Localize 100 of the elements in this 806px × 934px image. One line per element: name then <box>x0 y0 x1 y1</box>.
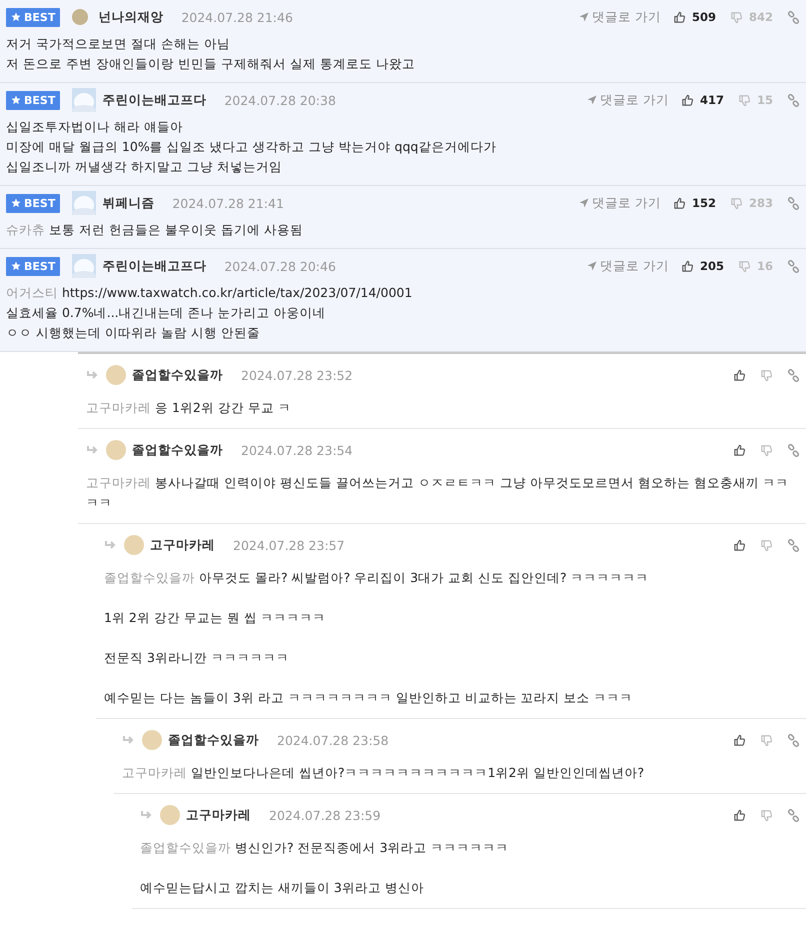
author-name[interactable]: 주린이는배고프다 <box>102 258 206 274</box>
mentioned-user[interactable]: 졸업할수있을까 <box>140 840 231 855</box>
thumbs-up-icon[interactable] <box>733 444 746 456</box>
thumbs-up-icon[interactable] <box>733 734 746 746</box>
thumbs-up-icon[interactable] <box>672 10 686 24</box>
comment-text: 저 돈으로 주변 장애인들이랑 빈민들 구제해줘서 실제 통계로도 나왔고 <box>6 55 415 73</box>
downvote-count: 842 <box>748 10 773 24</box>
link-icon[interactable] <box>787 808 800 822</box>
comment-text: 예수믿는답시고 깝치는 새끼들이 3위라고 병신아 <box>140 879 425 897</box>
upvote-count: 509 <box>692 10 716 24</box>
comment-text: 저거 국가적으로보면 절대 손해는 아님 <box>6 35 230 53</box>
comment-text: 고구마카레 응 1위2위 강간 무교 ㅋ <box>86 399 292 417</box>
avatar <box>72 9 88 25</box>
link-icon[interactable] <box>787 368 800 382</box>
author-name[interactable]: 고구마카레 <box>150 536 215 554</box>
best-badge: BEST <box>6 194 60 212</box>
comment-date: 2024.07.28 20:46 <box>224 258 336 274</box>
comment-text: ㅇㅇ 시행했는데 이따위라 놀람 시행 안된줄 <box>6 324 260 342</box>
thumbs-down-icon[interactable] <box>760 444 773 456</box>
author-name[interactable]: 주린이는배고프다 <box>102 92 206 108</box>
comment-date: 2024.07.28 21:41 <box>172 196 284 210</box>
avatar <box>142 730 162 750</box>
downvote-count: 16 <box>756 259 773 273</box>
comment-text: 전문직 3위라니깐 ㅋㅋㅋㅋㅋㅋ <box>104 649 290 667</box>
comment-date: 2024.07.28 23:57 <box>233 538 345 552</box>
link-icon[interactable] <box>787 10 800 24</box>
author-name[interactable]: 뷔페니즘 <box>102 194 154 212</box>
link-icon[interactable] <box>787 538 800 552</box>
comment-date: 2024.07.28 21:46 <box>181 10 293 24</box>
mentioned-user[interactable]: 고구마카레 <box>86 475 151 490</box>
goto-comment-link[interactable]: 댓글로 가기 <box>586 92 669 108</box>
thumbs-up-icon[interactable] <box>672 196 686 210</box>
comment-text: 예수믿는 다는 놈들이 3위 라고 ㅋㅋㅋㅋㅋㅋㅋㅋ 일반인하고 비교하는 꼬라지 보소 ㅋㅋㅋ <box>104 689 634 707</box>
comment-text: 십일조니까 꺼낼생각 하지말고 그냥 처넣는거임 <box>6 158 282 176</box>
thumbs-up-icon[interactable] <box>733 808 746 822</box>
comment-text: 어거스티 https://www.taxwatch.co.kr/article/tax/2023/07/14/0001 <box>6 284 412 302</box>
author-name[interactable]: 졸업할수있을까 <box>132 366 223 384</box>
send-icon <box>578 198 589 208</box>
star-icon <box>11 12 21 22</box>
reply-arrow-icon <box>104 540 118 550</box>
comment-date: 2024.07.28 20:38 <box>224 92 336 108</box>
reply-arrow-icon <box>86 370 100 380</box>
thumbs-down-icon[interactable] <box>738 94 751 106</box>
link-icon[interactable] <box>787 444 800 456</box>
mentioned-user[interactable]: 슈카츄 <box>6 222 45 237</box>
comment-date: 2024.07.28 23:58 <box>277 732 389 748</box>
author-name[interactable]: 졸업할수있을까 <box>168 732 259 748</box>
star-icon <box>11 95 21 105</box>
comment-date: 2024.07.28 23:52 <box>241 368 353 382</box>
upvote-count: 152 <box>692 196 716 210</box>
link-icon[interactable] <box>787 260 800 272</box>
best-badge: BEST <box>6 90 60 110</box>
reply-arrow-icon <box>86 445 100 455</box>
goto-comment-link[interactable]: 댓글로 가기 <box>578 8 661 26</box>
link-icon[interactable] <box>787 734 800 746</box>
thumbs-up-icon[interactable] <box>733 368 746 382</box>
avatar <box>160 805 180 825</box>
thumbs-down-icon[interactable] <box>760 808 773 822</box>
send-icon <box>586 95 597 105</box>
send-icon <box>578 12 589 22</box>
author-name[interactable]: 넌나의재앙 <box>98 8 164 26</box>
author-name[interactable]: 졸업할수있을까 <box>132 442 223 458</box>
comment-text: 슈카츄 보통 저런 헌금들은 불우이웃 돕기에 사용됨 <box>6 221 303 239</box>
upvote-count: 417 <box>700 93 724 107</box>
mentioned-user[interactable]: 고구마카레 <box>122 765 187 780</box>
downvote-count: 283 <box>748 196 773 210</box>
comment-text: 실효세율 0.7%네...내긴내는데 존나 눈가리고 아웅이네 <box>6 304 326 322</box>
mentioned-user[interactable]: 고구마카레 <box>86 400 151 415</box>
comment-date: 2024.07.28 23:59 <box>269 808 381 822</box>
comment-text: 미장에 매달 월급의 10%를 십일조 냈다고 생각하고 그냥 박는거야 qqq같은거에다가 <box>6 138 496 156</box>
mentioned-user[interactable]: 졸업할수있을까 <box>104 570 195 585</box>
thumbs-up-icon[interactable] <box>680 94 694 106</box>
thumbs-down-icon[interactable] <box>760 734 773 746</box>
thumbs-up-icon[interactable] <box>733 538 746 552</box>
comment-text: 고구마카레 일반인보다나은데 씹년아?ㅋㅋㅋㅋㅋㅋㅋㅋㅋㅋㅋ1위2위 일반인인데씹년아? <box>122 764 646 782</box>
thumbs-down-icon[interactable] <box>760 368 773 382</box>
comment-text: 1위 2위 강간 무교는 뭔 씹 ㅋㅋㅋㅋㅋ <box>104 609 327 627</box>
goto-comment-link[interactable]: 댓글로 가기 <box>578 194 661 212</box>
link-icon[interactable] <box>787 94 800 106</box>
thumbs-down-icon[interactable] <box>760 538 773 552</box>
mentioned-user[interactable]: 어거스티 <box>6 285 58 300</box>
thumbs-down-icon[interactable] <box>738 260 751 272</box>
send-icon <box>586 261 597 271</box>
comment-text: 졸업할수있을까 병신인가? 전문직종에서 3위라고 ㅋㅋㅋㅋㅋㅋ <box>140 839 510 857</box>
avatar <box>106 365 126 385</box>
upvote-count: 205 <box>700 259 724 273</box>
avatar <box>106 440 126 460</box>
comment-date: 2024.07.28 23:54 <box>241 442 353 458</box>
downvote-count: 15 <box>756 93 773 107</box>
reply-arrow-icon <box>140 810 154 820</box>
goto-comment-link[interactable]: 댓글로 가기 <box>586 258 669 274</box>
comment-text: 졸업할수있을까 아무것도 몰라? 씨발럼아? 우리집이 3대가 교회 신도 집안인데? ㅋㅋㅋㅋㅋㅋ <box>104 569 650 587</box>
author-name[interactable]: 고구마카레 <box>186 806 251 824</box>
link-icon[interactable] <box>787 196 800 210</box>
thumbs-down-icon[interactable] <box>730 10 743 24</box>
comment-text: 십일조투자법이나 해라 얘들아 <box>6 118 183 136</box>
thumbs-down-icon[interactable] <box>730 196 743 210</box>
star-icon <box>11 261 21 271</box>
reply-arrow-icon <box>122 735 136 745</box>
thumbs-up-icon[interactable] <box>680 260 694 272</box>
